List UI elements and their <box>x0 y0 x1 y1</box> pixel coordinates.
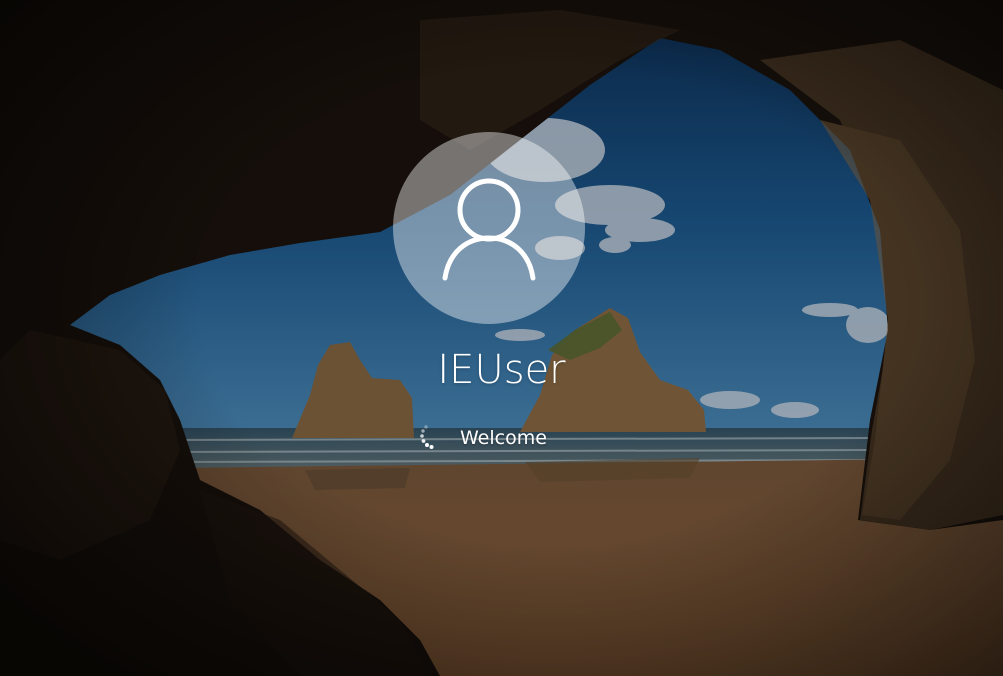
welcome-text: Welcome <box>460 427 547 449</box>
user-avatar <box>393 132 585 324</box>
user-avatar-icon <box>442 178 536 281</box>
loading-spinner-icon <box>416 422 448 454</box>
username-label: IEUser <box>437 347 566 393</box>
background-wallpaper <box>0 0 1003 676</box>
lock-screen: IEUser Welcome <box>0 0 1003 676</box>
sign-in-status: Welcome <box>416 420 547 456</box>
